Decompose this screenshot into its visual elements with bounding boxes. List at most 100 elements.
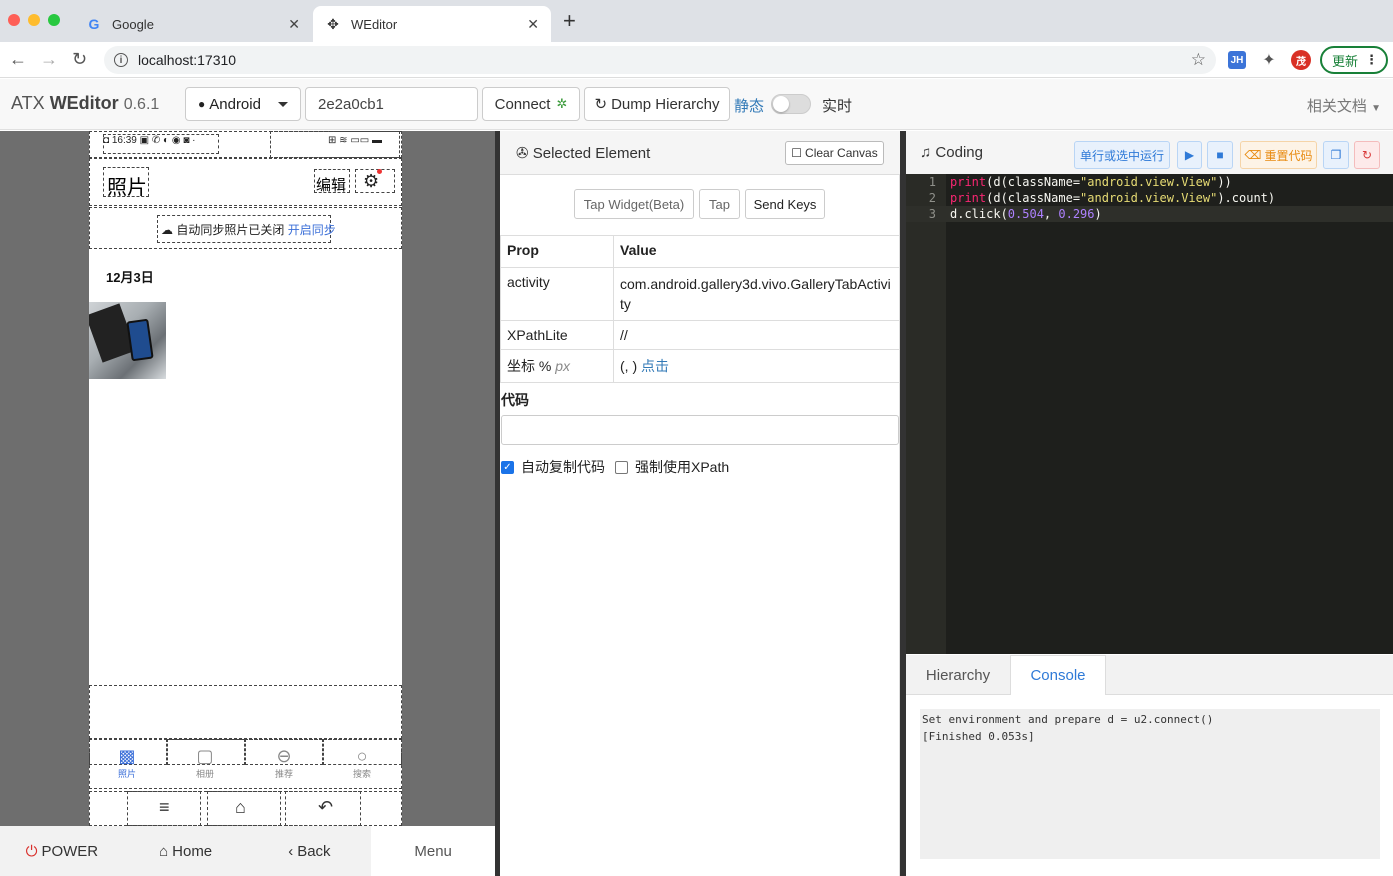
docs-dropdown[interactable]: 相关文档 ▼ xyxy=(1307,95,1381,116)
device-control-buttons: ⏻ POWER ⌂ Home ‹ Back Menu xyxy=(0,826,495,876)
menu-label: Menu xyxy=(414,842,452,860)
live-mode-label: 实时 xyxy=(822,98,853,115)
docs-label: 相关文档 xyxy=(1306,98,1367,115)
code-line: 1 print(d(className="android.view.View")… xyxy=(906,174,1393,190)
trash-icon: ⌫ xyxy=(1244,148,1262,162)
cloud-off-icon: ☁ xyxy=(161,223,173,237)
notification-dot xyxy=(377,169,382,174)
code-editor[interactable]: 1 print(d(className="android.view.View")… xyxy=(906,174,1393,654)
close-icon[interactable]: ✕ xyxy=(527,16,539,33)
photo-title: 照片 xyxy=(107,177,147,199)
recommend-icon: ⊖ xyxy=(276,746,292,766)
close-window-button[interactable] xyxy=(8,14,20,26)
dump-label: Dump Hierarchy xyxy=(611,95,720,113)
table-row: 坐标 % px (, ) 点击 xyxy=(500,349,900,383)
music-note-icon: ♫ xyxy=(920,144,932,161)
code-input[interactable] xyxy=(501,415,899,445)
tab-label: 推荐 xyxy=(274,769,293,779)
phone-tab-search[interactable]: ○ 搜索 xyxy=(337,745,387,780)
phone-tab-recommend[interactable]: ⊖ 推荐 xyxy=(259,745,309,780)
prop-key: XPathLite xyxy=(500,320,614,350)
reset-code-label: 重置代码 xyxy=(1264,148,1313,163)
device-screen[interactable]: ◘ 16:39 ▣ ✆ ◐ ◉ ◙ · ⊞ ≋ ▭▭ ▬ 照片 编辑 ⚙ ☁ 自… xyxy=(89,131,402,826)
chevron-down-icon xyxy=(278,102,288,107)
android-icon: ● xyxy=(198,97,206,111)
phone-tab-bar: ▩ 照片 ▢ 相册 ⊖ 推荐 ○ 搜索 xyxy=(89,739,402,789)
toggle-knob xyxy=(773,96,789,112)
stop-icon[interactable]: ■ xyxy=(1207,141,1233,169)
coding-title: ♫ Coding xyxy=(920,144,983,161)
back-return-icon[interactable]: ↶ xyxy=(318,797,333,818)
forward-arrow-icon[interactable]: → xyxy=(40,49,58,69)
tab-hierarchy[interactable]: Hierarchy xyxy=(906,655,1010,695)
home-outline-icon[interactable]: ⌂ xyxy=(235,797,246,818)
sync-text: 自动同步照片已关闭 xyxy=(176,223,285,237)
coord-value: (, ) xyxy=(620,358,638,374)
brand-prefix: ATX xyxy=(11,93,45,113)
play-icon[interactable]: ▶ xyxy=(1177,141,1202,169)
reload-icon[interactable]: ↻ xyxy=(72,49,87,69)
brand-name: WEditor xyxy=(49,93,119,113)
auto-copy-checkbox[interactable]: ✓ xyxy=(501,460,514,474)
close-icon[interactable]: ✕ xyxy=(288,16,300,33)
app-brand[interactable]: ATX WEditor 0.6.1 xyxy=(11,93,159,114)
bookmark-star-icon[interactable]: ☆ xyxy=(1191,50,1206,70)
tab-weditor[interactable]: ✥ WEditor ✕ xyxy=(313,6,551,42)
send-keys-button[interactable]: Send Keys xyxy=(745,189,825,219)
force-xpath-checkbox[interactable] xyxy=(615,460,628,474)
chevron-down-icon: ▼ xyxy=(1371,103,1381,114)
bottom-tabs: Hierarchy Console xyxy=(906,655,1393,695)
back-arrow-icon[interactable]: ← xyxy=(9,49,27,69)
connect-label: Connect xyxy=(494,95,551,113)
tab-google[interactable]: G Google ✕ xyxy=(74,6,312,42)
run-selected-button[interactable]: 单行或选中运行 xyxy=(1074,141,1170,169)
home-button[interactable]: ⌂ Home xyxy=(123,826,248,876)
connect-button[interactable]: Connect ✲ xyxy=(482,87,580,121)
jh-extension-icon[interactable]: JH xyxy=(1228,51,1246,69)
coord-key-text: 坐标 % xyxy=(507,358,552,374)
power-button[interactable]: ⏻ POWER xyxy=(0,826,124,876)
menu-button[interactable]: Menu xyxy=(371,826,495,876)
coord-px-toggle[interactable]: px xyxy=(555,358,570,374)
copy-icon[interactable]: ❐ xyxy=(1323,141,1349,169)
tab-label: 照片 xyxy=(117,769,136,779)
extensions-puzzle-icon[interactable]: ✦ xyxy=(1260,51,1278,69)
tab-console[interactable]: Console xyxy=(1010,655,1106,695)
address-bar[interactable]: i localhost:17310 ☆ xyxy=(104,46,1216,74)
profile-avatar[interactable]: 茂 xyxy=(1291,50,1311,70)
back-button[interactable]: ‹ Back xyxy=(247,826,372,876)
clear-canvas-button[interactable]: ☐ Clear Canvas xyxy=(785,141,884,165)
google-icon: G xyxy=(88,16,100,32)
panel-title: ✇ Selected Element xyxy=(516,144,650,162)
dump-hierarchy-button[interactable]: ↻ Dump Hierarchy xyxy=(584,87,730,121)
photo-thumbnail[interactable] xyxy=(89,302,166,379)
phone-tab-albums[interactable]: ▢ 相册 xyxy=(180,745,230,780)
phone-tab-photos[interactable]: ▩ 照片 xyxy=(102,745,152,780)
click-coord-link[interactable]: 点击 xyxy=(641,358,669,374)
code-text: print(d(className="android.view.View")) xyxy=(950,175,1232,189)
back-label: Back xyxy=(297,842,331,860)
tap-button[interactable]: Tap xyxy=(699,189,740,219)
new-tab-button[interactable]: + xyxy=(563,10,576,32)
platform-dropdown[interactable]: ● Android xyxy=(185,87,301,121)
enable-sync-link[interactable]: 开启同步 xyxy=(288,223,336,237)
settings-gear-icon: ⚙ xyxy=(363,171,380,191)
refresh-icon[interactable]: ↻ xyxy=(1354,141,1380,169)
status-icons: ⊞ ≋ ▭▭ ▬ xyxy=(328,135,382,146)
maximize-window-button[interactable] xyxy=(48,14,60,26)
info-icon[interactable]: i xyxy=(114,53,128,67)
table-row: activity com.android.gallery3d.vivo.Gall… xyxy=(500,267,900,321)
live-mode-toggle[interactable] xyxy=(771,94,811,114)
code-text: print(d(className="android.view.View").c… xyxy=(950,191,1276,205)
minimize-window-button[interactable] xyxy=(28,14,40,26)
property-table: Prop Value activity com.android.gallery3… xyxy=(500,235,900,383)
tap-widget-button[interactable]: Tap Widget(Beta) xyxy=(574,189,694,219)
selected-element-header: ✇ Selected Element ☐ Clear Canvas xyxy=(500,131,900,175)
panel-title-text: Selected Element xyxy=(532,145,651,162)
device-serial-input[interactable] xyxy=(305,87,478,121)
home-label: Home xyxy=(172,842,213,860)
update-button[interactable]: 更新 ⋮ xyxy=(1320,46,1388,74)
reset-code-button[interactable]: ⌫ 重置代码 xyxy=(1240,141,1317,169)
empty-area-box[interactable] xyxy=(89,685,402,739)
menu-lines-icon[interactable]: ≡ xyxy=(159,797,170,818)
